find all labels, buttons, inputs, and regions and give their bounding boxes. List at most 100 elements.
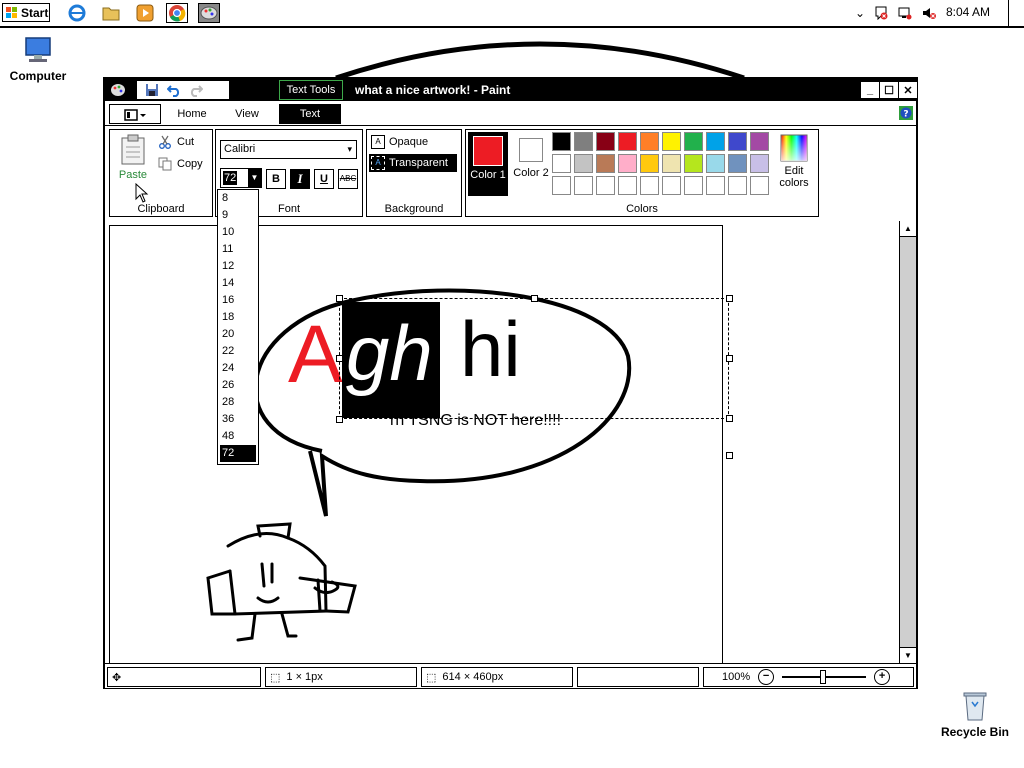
color-swatch[interactable] [618,154,637,173]
font-size-option[interactable]: 8 [218,190,258,207]
font-size-option[interactable]: 26 [218,377,258,394]
paste-button[interactable]: Paste [116,134,150,190]
font-size-option[interactable]: 10 [218,224,258,241]
scroll-up-arrow-icon[interactable]: ▲ [900,221,916,237]
scroll-down-arrow-icon[interactable]: ▼ [900,647,916,663]
font-size-option[interactable]: 36 [218,411,258,428]
color-swatch[interactable] [750,154,769,173]
desktop-icon-recycle-bin[interactable]: Recycle Bin [940,690,1010,739]
network-icon[interactable] [896,4,914,22]
color-swatch[interactable] [596,132,615,151]
action-center-icon[interactable] [872,4,890,22]
color-swatch[interactable] [596,176,615,195]
color-swatch[interactable] [684,176,703,195]
bold-button[interactable]: B [266,169,286,189]
color-swatch[interactable] [750,176,769,195]
redo-icon[interactable] [189,83,204,100]
color-swatch[interactable] [574,176,593,195]
resize-handle[interactable] [336,355,343,362]
color-swatch[interactable] [684,154,703,173]
font-size-option[interactable]: 48 [218,428,258,445]
minimize-button[interactable]: _ [861,82,879,98]
font-size-option[interactable]: 14 [218,275,258,292]
resize-handle[interactable] [336,295,343,302]
media-player-icon[interactable] [134,3,156,23]
color-swatch[interactable] [728,132,747,151]
tab-view[interactable]: View [223,104,271,124]
save-icon[interactable] [145,83,159,100]
font-family-select[interactable]: Calibri ▾ [220,140,357,159]
maximize-button[interactable]: ☐ [880,82,898,98]
color-swatch[interactable] [574,154,593,173]
strikethrough-button[interactable]: ABC [338,169,358,189]
tab-text[interactable]: Text [279,104,341,124]
paint-menu-button[interactable] [109,104,161,124]
vertical-scrollbar[interactable]: ▲ ▼ [899,221,916,663]
color-swatch[interactable] [684,132,703,151]
resize-handle[interactable] [726,355,733,362]
font-size-chevron-icon[interactable]: ▼ [248,169,261,187]
font-size-option[interactable]: 22 [218,343,258,360]
zoom-in-icon[interactable]: + [874,669,891,685]
font-size-option[interactable]: 16 [218,292,258,309]
text-box-selection[interactable] [339,298,729,419]
ie-icon[interactable] [66,3,88,23]
canvas-resize-handle[interactable] [726,452,733,459]
color-swatch[interactable] [552,132,571,151]
color-swatch[interactable] [640,176,659,195]
customize-toolbar-chevron-icon[interactable]: ▾ [213,82,218,93]
zoom-slider[interactable] [782,670,867,684]
cut-button[interactable]: Cut [158,135,194,149]
color-swatch[interactable] [552,154,571,173]
color-swatch[interactable] [618,176,637,195]
color2-button[interactable]: Color 2 [512,132,550,196]
color-swatch[interactable] [728,154,747,173]
resize-handle[interactable] [531,295,538,302]
undo-icon[interactable] [166,83,181,100]
color-swatch[interactable] [706,132,725,151]
font-size-option[interactable]: 11 [218,241,258,258]
show-desktop-button[interactable] [1008,0,1024,26]
zoom-out-icon[interactable]: − [758,669,775,685]
font-size-option[interactable]: 9 [218,207,258,224]
color1-button[interactable]: Color 1 [468,132,508,196]
resize-handle[interactable] [336,416,343,423]
copy-button[interactable]: Copy [158,157,203,171]
color-swatch[interactable] [706,176,725,195]
tab-home[interactable]: Home [165,104,219,124]
italic-button[interactable]: I [290,169,310,189]
close-button[interactable]: ✕ [899,82,917,98]
help-icon[interactable]: ? [899,106,913,123]
title-bar[interactable]: ▾ Text Tools what a nice artwork! - Pain… [105,79,917,101]
font-size-option[interactable]: 72 [220,445,256,462]
color-swatch[interactable] [750,132,769,151]
font-size-option[interactable]: 28 [218,394,258,411]
zoom-slider-thumb[interactable] [820,670,827,684]
font-size-option[interactable]: 18 [218,309,258,326]
desktop-icon-computer[interactable]: Computer [3,36,73,83]
transparent-option[interactable]: A Transparent [369,154,457,172]
color-swatch[interactable] [728,176,747,195]
color-swatch[interactable] [662,176,681,195]
color-swatch[interactable] [640,154,659,173]
edit-colors-button[interactable]: Edit colors [772,134,816,196]
font-size-option[interactable]: 24 [218,360,258,377]
explorer-icon[interactable] [100,3,122,23]
show-hidden-icons-chevron-icon[interactable]: ⌄ [851,4,869,22]
underline-button[interactable]: U [314,169,334,189]
start-button[interactable]: Start [2,3,50,22]
color-swatch[interactable] [618,132,637,151]
color-swatch[interactable] [596,154,615,173]
color-swatch[interactable] [662,154,681,173]
color-swatch[interactable] [552,176,571,195]
drawing-canvas[interactable]: A gh hi rn TSNG is NOT here!!!! [109,225,729,665]
paint-taskbar-icon[interactable] [198,3,220,23]
font-size-option[interactable]: 20 [218,326,258,343]
color-swatch[interactable] [640,132,659,151]
color-swatch[interactable] [662,132,681,151]
font-size-option[interactable]: 12 [218,258,258,275]
resize-handle[interactable] [726,415,733,422]
paint-app-icon[interactable] [110,82,126,100]
opaque-option[interactable]: A Opaque [371,133,457,151]
volume-muted-icon[interactable] [920,4,938,22]
